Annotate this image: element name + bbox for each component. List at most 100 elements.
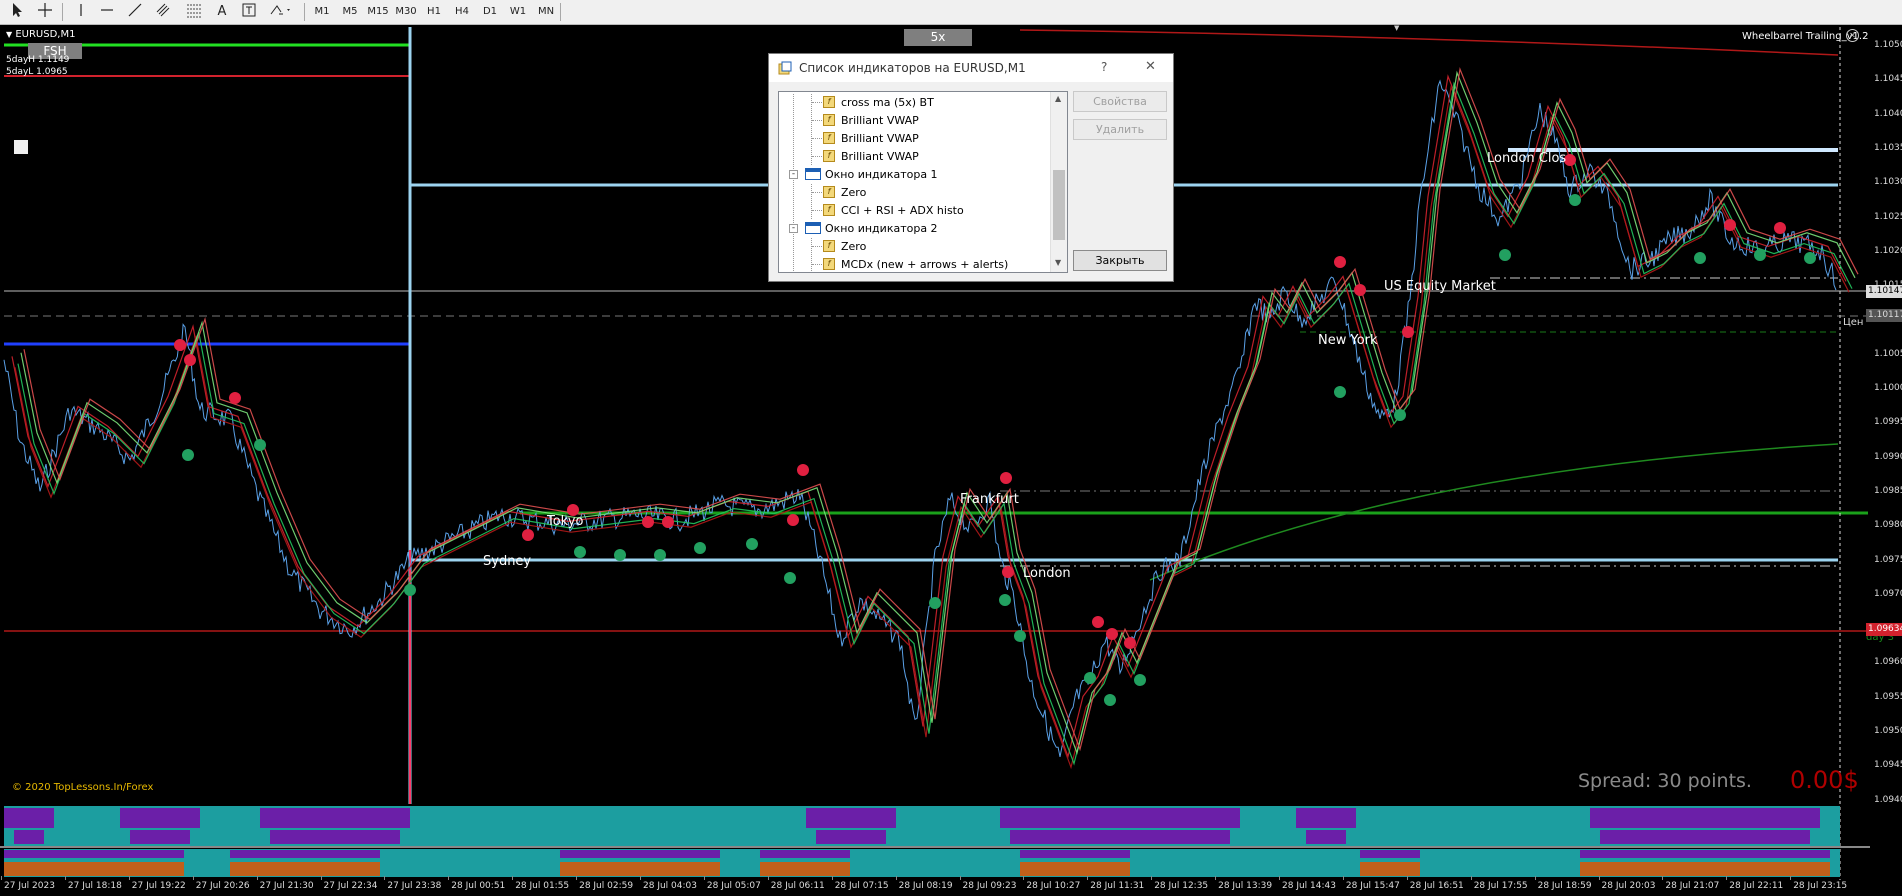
indicator-window-icon <box>805 222 821 234</box>
histogram-bar-orange <box>4 862 184 876</box>
time-axis-label: 28 Jul 12:35 <box>1154 881 1209 891</box>
session-london: London <box>1023 566 1071 581</box>
long-ma-red <box>1019 29 1839 56</box>
toolbar-separator <box>304 3 305 21</box>
tree-collapse-icon[interactable]: - <box>789 224 798 233</box>
tree-indicator-item[interactable]: f cross ma (5x) BT <box>779 94 1051 111</box>
time-axis-tick <box>895 876 897 880</box>
toolbar-separator <box>560 3 561 21</box>
tree-collapse-icon[interactable]: - <box>789 170 798 179</box>
scroll-down-icon[interactable]: ▼ <box>1055 258 1061 267</box>
histogram-bar-purple <box>4 808 54 828</box>
five-day-low-label: 5dayL 1.0965 <box>6 67 68 77</box>
sell-arrow-icon <box>522 529 534 541</box>
session-new-york: New York <box>1318 333 1378 348</box>
time-axis-label: 28 Jul 17:55 <box>1473 881 1528 891</box>
session-london-close: London Clos <box>1487 151 1567 166</box>
crosshair-tool-icon[interactable] <box>36 2 54 22</box>
indicator-tree[interactable]: f cross ma (5x) BT f Brilliant VWAP f Brillia… <box>778 91 1068 273</box>
time-axis-tick <box>1215 876 1217 880</box>
histogram-bar-purple <box>14 830 44 844</box>
time-axis-tick <box>767 876 769 880</box>
sell-arrow-icon <box>1000 472 1012 484</box>
chart-shift-marker-icon[interactable]: ▼ <box>1394 24 1399 32</box>
time-axis-label: 28 Jul 20:03 <box>1601 881 1656 891</box>
dialog-close-button[interactable]: ✕ <box>1145 59 1156 74</box>
dialog-help-button[interactable]: ? <box>1101 60 1107 74</box>
time-axis-tick <box>1342 876 1344 880</box>
price-axis-label: 1.10005 <box>1874 383 1902 393</box>
symbol-title-text: EURUSD,M1 <box>15 29 76 40</box>
chart-checkbox[interactable] <box>14 140 28 154</box>
sell-arrow-icon <box>174 339 186 351</box>
timeframe-m1[interactable]: M1 <box>310 2 334 22</box>
close-dialog-button[interactable]: Закрыть <box>1073 250 1167 271</box>
fibonacci-tool-icon[interactable] <box>184 2 204 22</box>
channel-tool-icon[interactable] <box>154 2 174 22</box>
tree-indicator-item[interactable]: f Brilliant VWAP <box>779 130 1051 147</box>
indicator-window-icon <box>805 168 821 180</box>
time-axis-label: 28 Jul 06:11 <box>770 881 825 891</box>
timeframe-m15[interactable]: M15 <box>366 2 390 22</box>
timeframe-mn[interactable]: MN <box>534 2 558 22</box>
tree-connector <box>793 112 795 129</box>
time-axis[interactable]: 27 Jul 2023 27 Jul 18:18 27 Jul 19:22 27 Ju… <box>0 876 1902 896</box>
timeframe-h1[interactable]: H1 <box>422 2 446 22</box>
sell-arrow-icon <box>1334 256 1346 268</box>
buy-arrow-icon <box>694 542 706 554</box>
sell-arrow-icon <box>662 516 674 528</box>
time-axis-tick <box>256 876 258 880</box>
zoom-badge[interactable]: 5x <box>904 29 972 46</box>
tree-indicator-item[interactable]: f MCDx (new + arrows + alerts) <box>779 256 1051 272</box>
sell-arrow-icon <box>1402 326 1414 338</box>
timeframe-h4[interactable]: H4 <box>450 2 474 22</box>
histogram-bar-purple <box>1000 808 1240 828</box>
tree-indicator-item[interactable]: f Brilliant VWAP <box>779 148 1051 165</box>
buy-arrow-icon <box>746 538 758 550</box>
price-axis[interactable]: 1.10505 1.10455 1.10405 1.10355 1.10305 1.102… <box>1870 27 1902 805</box>
tree-scrollbar[interactable]: ▲ ▼ <box>1050 92 1067 272</box>
histogram-bar-purple <box>1020 850 1130 858</box>
text-label-tool-icon[interactable] <box>240 2 258 22</box>
tree-connector <box>793 130 795 147</box>
properties-button[interactable]: Свойства <box>1073 91 1167 112</box>
trendline-tool-icon[interactable] <box>126 2 144 22</box>
delete-button[interactable]: Удалить <box>1073 119 1167 140</box>
buy-arrow-icon <box>1754 249 1766 261</box>
time-axis-label: 28 Jul 09:23 <box>962 881 1017 891</box>
price-axis-label: 1.09955 <box>1874 417 1902 428</box>
time-axis-label: 27 Jul 2023 <box>4 881 55 891</box>
tree-connector <box>793 94 795 111</box>
chart-menu-arrow-icon[interactable]: ▼ <box>6 30 12 39</box>
dialog-titlebar[interactable]: Список индикаторов на EURUSD,M1 ? ✕ <box>769 54 1173 82</box>
time-axis-tick <box>64 876 66 880</box>
indicator-close-icon[interactable]: ✕ <box>1846 29 1859 42</box>
buy-arrow-icon <box>1014 630 1026 642</box>
tree-indicator-item[interactable]: f Zero <box>779 184 1051 201</box>
tree-window-item[interactable]: - Окно индикатора 1 <box>779 166 1051 183</box>
timeframe-m5[interactable]: M5 <box>338 2 362 22</box>
dashed-level-tag: 1.10117 <box>1866 309 1902 322</box>
scrollbar-thumb[interactable] <box>1053 170 1065 240</box>
sell-arrow-icon <box>1724 219 1736 231</box>
tree-connector <box>812 120 822 122</box>
text-tool-button[interactable]: A <box>214 2 230 22</box>
indicator-function-icon: f <box>823 132 835 144</box>
buy-arrow-icon <box>1569 194 1581 206</box>
tree-window-item[interactable]: - Окно индикатора 2 <box>779 220 1051 237</box>
horizontal-line-tool-icon[interactable] <box>98 2 116 22</box>
tree-indicator-item[interactable]: f Brilliant VWAP <box>779 112 1051 129</box>
time-axis-label: 28 Jul 18:59 <box>1537 881 1592 891</box>
time-axis-tick <box>448 876 450 880</box>
cursor-tool-icon[interactable] <box>8 2 26 22</box>
shapes-menu-icon[interactable] <box>268 2 294 22</box>
timeframe-m30[interactable]: M30 <box>394 2 418 22</box>
time-axis-label: 28 Jul 01:55 <box>515 881 570 891</box>
time-axis-tick <box>128 876 130 880</box>
scroll-up-icon[interactable]: ▲ <box>1055 94 1061 103</box>
tree-indicator-item[interactable]: f Zero <box>779 238 1051 255</box>
tree-indicator-item[interactable]: f CCI + RSI + ADX histo <box>779 202 1051 219</box>
timeframe-d1[interactable]: D1 <box>478 2 502 22</box>
timeframe-w1[interactable]: W1 <box>506 2 530 22</box>
vertical-line-tool-icon[interactable] <box>74 2 88 22</box>
